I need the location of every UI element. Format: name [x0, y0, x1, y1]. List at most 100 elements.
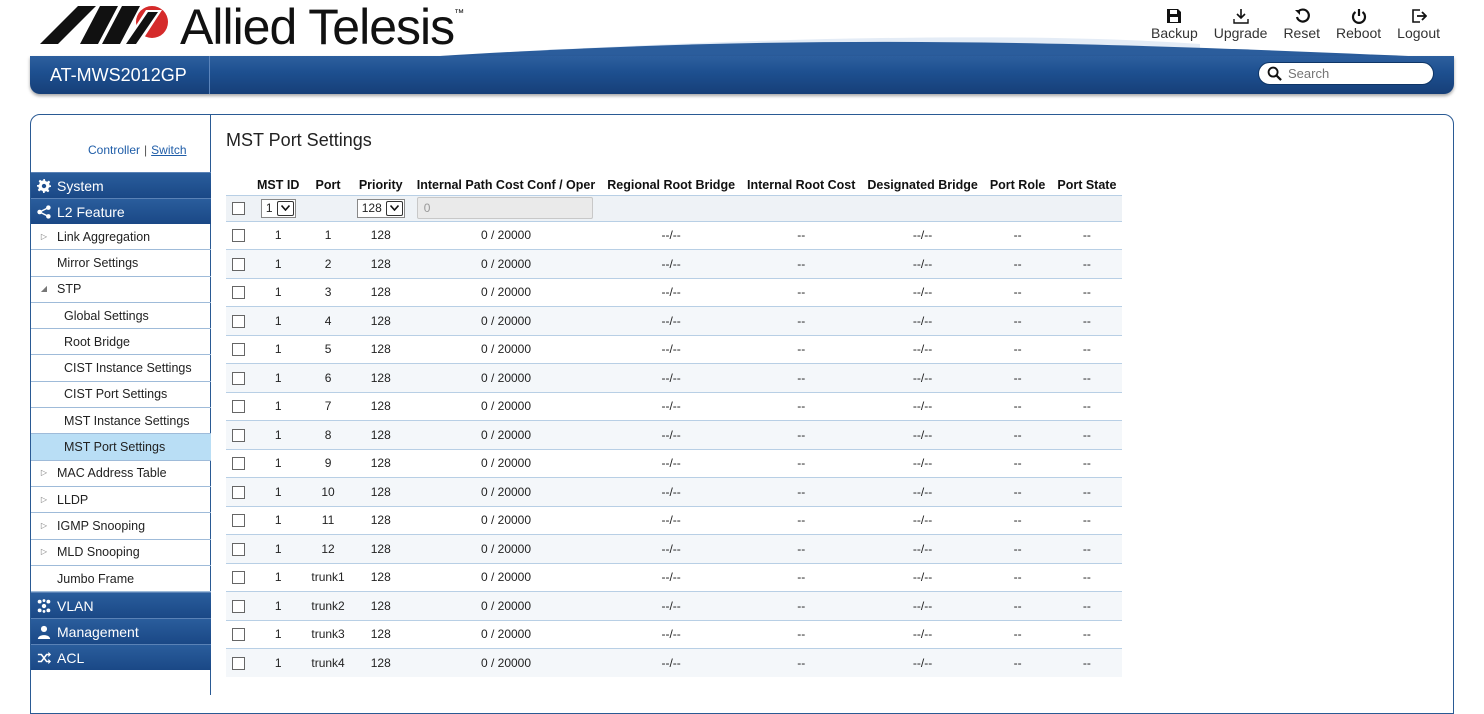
port-state-cell: -- — [1051, 277, 1123, 307]
reset-label: Reset — [1283, 25, 1321, 41]
sidebar-item-mld-snooping[interactable]: ▷ MLD Snooping — [31, 540, 211, 566]
controller-link[interactable]: Controller — [88, 143, 140, 157]
row-checkbox[interactable] — [232, 229, 245, 243]
regional-root-bridge-cell: --/-- — [601, 448, 742, 478]
sidebar-item-root-bridge[interactable]: Root Bridge — [31, 329, 211, 356]
sidebar-cat-system[interactable]: System — [31, 172, 211, 198]
path-cost-cell: 0 / 20000 — [410, 391, 602, 421]
sidebar-item-label: IGMP Snooping — [57, 518, 146, 533]
sidebar-cat-vlan[interactable]: VLAN — [31, 592, 211, 619]
row-checkbox[interactable] — [232, 257, 245, 271]
row-select-cell — [226, 619, 251, 649]
row-checkbox[interactable] — [232, 514, 245, 528]
path-cost-cell: 0 / 20000 — [410, 448, 602, 478]
sidebar-item-lldp[interactable]: ▷ LLDP — [31, 487, 211, 514]
row-checkbox[interactable] — [232, 485, 245, 499]
sidebar-cat-management[interactable]: Management — [31, 618, 211, 645]
row-checkbox[interactable] — [232, 371, 245, 385]
row-checkbox[interactable] — [232, 599, 245, 613]
regional-root-bridge-cell: --/-- — [601, 591, 742, 620]
sidebar-nav: System L2 Feature ▷ Link Aggregation Mirr… — [31, 172, 211, 671]
sidebar-item-mirror-settings[interactable]: Mirror Settings — [31, 250, 211, 277]
upgrade-button[interactable]: Upgrade — [1206, 8, 1276, 41]
port-state-cell: -- — [1051, 306, 1123, 335]
sidebar-item-jumbo-frame[interactable]: Jumbo Frame — [31, 566, 211, 593]
path-cost-cell: 0 / 20000 — [410, 591, 602, 620]
row-checkbox[interactable] — [232, 400, 245, 414]
row-checkbox[interactable] — [232, 657, 245, 671]
product-name: AT-MWS2012GP — [30, 56, 210, 94]
search-box[interactable] — [1258, 62, 1434, 85]
network-icon — [37, 598, 51, 613]
row-checkbox[interactable] — [232, 428, 245, 442]
search-input[interactable] — [1288, 66, 1428, 81]
designated-bridge-cell: --/-- — [861, 477, 984, 506]
switch-link[interactable]: Switch — [151, 143, 186, 157]
row-checkbox[interactable] — [232, 286, 245, 300]
mst-id-cell: 1 — [251, 619, 306, 649]
priority-cell: 128 — [350, 505, 411, 535]
sidebar-item-label: CIST Port Settings — [64, 387, 168, 402]
mode-switch: Controller | Switch — [88, 143, 187, 157]
column-header-priority: Priority — [358, 177, 403, 192]
sidebar-item-mst-instance-settings[interactable]: MST Instance Settings — [31, 408, 211, 435]
upgrade-label: Upgrade — [1213, 25, 1268, 41]
regional-root-bridge-cell: --/-- — [601, 534, 742, 563]
priority-select[interactable]: 128 — [356, 198, 405, 218]
sidebar: Controller | Switch System L2 Feature ▷ Lin… — [31, 115, 211, 695]
priority-cell: 128 — [350, 334, 411, 364]
priority-cell: 128 — [350, 534, 411, 563]
row-select-cell — [226, 334, 251, 364]
mst-id-cell: 1 — [251, 306, 306, 335]
backup-button[interactable]: Backup — [1143, 8, 1206, 41]
edit-select-cell — [226, 194, 251, 221]
sidebar-item-mac-address-table[interactable]: ▷ MAC Address Table — [31, 461, 211, 487]
sidebar-item-label: Link Aggregation — [57, 229, 151, 244]
reboot-button[interactable]: Reboot — [1328, 8, 1389, 41]
reset-button[interactable]: Reset — [1275, 8, 1328, 41]
regional-root-bridge-cell: --/-- — [601, 420, 742, 449]
sidebar-item-cist-instance-settings[interactable]: CIST Instance Settings — [31, 355, 211, 382]
logout-icon — [1411, 9, 1427, 23]
expand-arrow-icon: ▷ — [40, 520, 48, 530]
mst-id-select[interactable]: 1 — [260, 198, 296, 218]
internal-root-cost-cell: -- — [741, 477, 862, 506]
port-cell: 8 — [305, 420, 351, 449]
port-state-cell: -- — [1051, 591, 1123, 620]
regional-root-bridge-cell: --/-- — [601, 220, 742, 250]
sidebar-cat-acl[interactable]: ACL — [31, 644, 211, 671]
path-cost-cell: 0 / 20000 — [410, 306, 602, 335]
sidebar-item-stp[interactable]: ◢ STP — [31, 277, 211, 303]
brand-name: Allied Telesis™ — [180, 0, 464, 55]
row-checkbox[interactable] — [232, 343, 245, 357]
sidebar-cat-label: System — [57, 177, 104, 194]
sidebar-item-label: Root Bridge — [64, 334, 131, 349]
row-checkbox[interactable] — [232, 542, 245, 556]
row-checkbox[interactable] — [232, 571, 245, 585]
sidebar-item-mst-port-settings[interactable]: MST Port Settings — [31, 434, 211, 461]
port-cell: trunk2 — [305, 591, 351, 620]
allied-telesis-logo: Allied Telesis™ — [40, 0, 464, 55]
toolbar: Backup Upgrade Reset Reboot Logout — [1143, 8, 1448, 41]
share-icon — [37, 204, 51, 219]
regional-root-bridge-cell: --/-- — [601, 391, 742, 421]
row-checkbox[interactable] — [232, 628, 245, 642]
sidebar-item-global-settings[interactable]: Global Settings — [31, 303, 211, 330]
table-row: 1 trunk1 128 0 / 20000 --/-- -- --/-- -- -- — [226, 562, 1123, 592]
select-all-checkbox[interactable] — [232, 202, 245, 216]
table-row: 1 trunk3 128 0 / 20000 --/-- -- --/-- -- -- — [226, 619, 1123, 649]
row-checkbox[interactable] — [232, 457, 245, 471]
port-role-cell: -- — [983, 591, 1052, 620]
table-body: 1 128 0 1 1 128 0 / 20000 --/-- -- --/-- -- -- 1 2… — [226, 194, 1123, 677]
internal-path-cost-input[interactable]: 0 — [416, 197, 593, 219]
row-checkbox[interactable] — [232, 314, 245, 328]
sidebar-item-link-aggregation[interactable]: ▷ Link Aggregation — [31, 224, 211, 251]
internal-root-cost-cell: -- — [741, 562, 862, 592]
internal-root-cost-cell: -- — [741, 591, 862, 620]
sidebar-item-igmp-snooping[interactable]: ▷ IGMP Snooping — [31, 513, 211, 540]
sidebar-item-cist-port-settings[interactable]: CIST Port Settings — [31, 382, 211, 409]
port-cell: 3 — [305, 277, 351, 307]
sidebar-cat-l2-feature[interactable]: L2 Feature — [31, 198, 211, 224]
row-select-cell — [226, 505, 251, 535]
logout-button[interactable]: Logout — [1389, 8, 1448, 41]
